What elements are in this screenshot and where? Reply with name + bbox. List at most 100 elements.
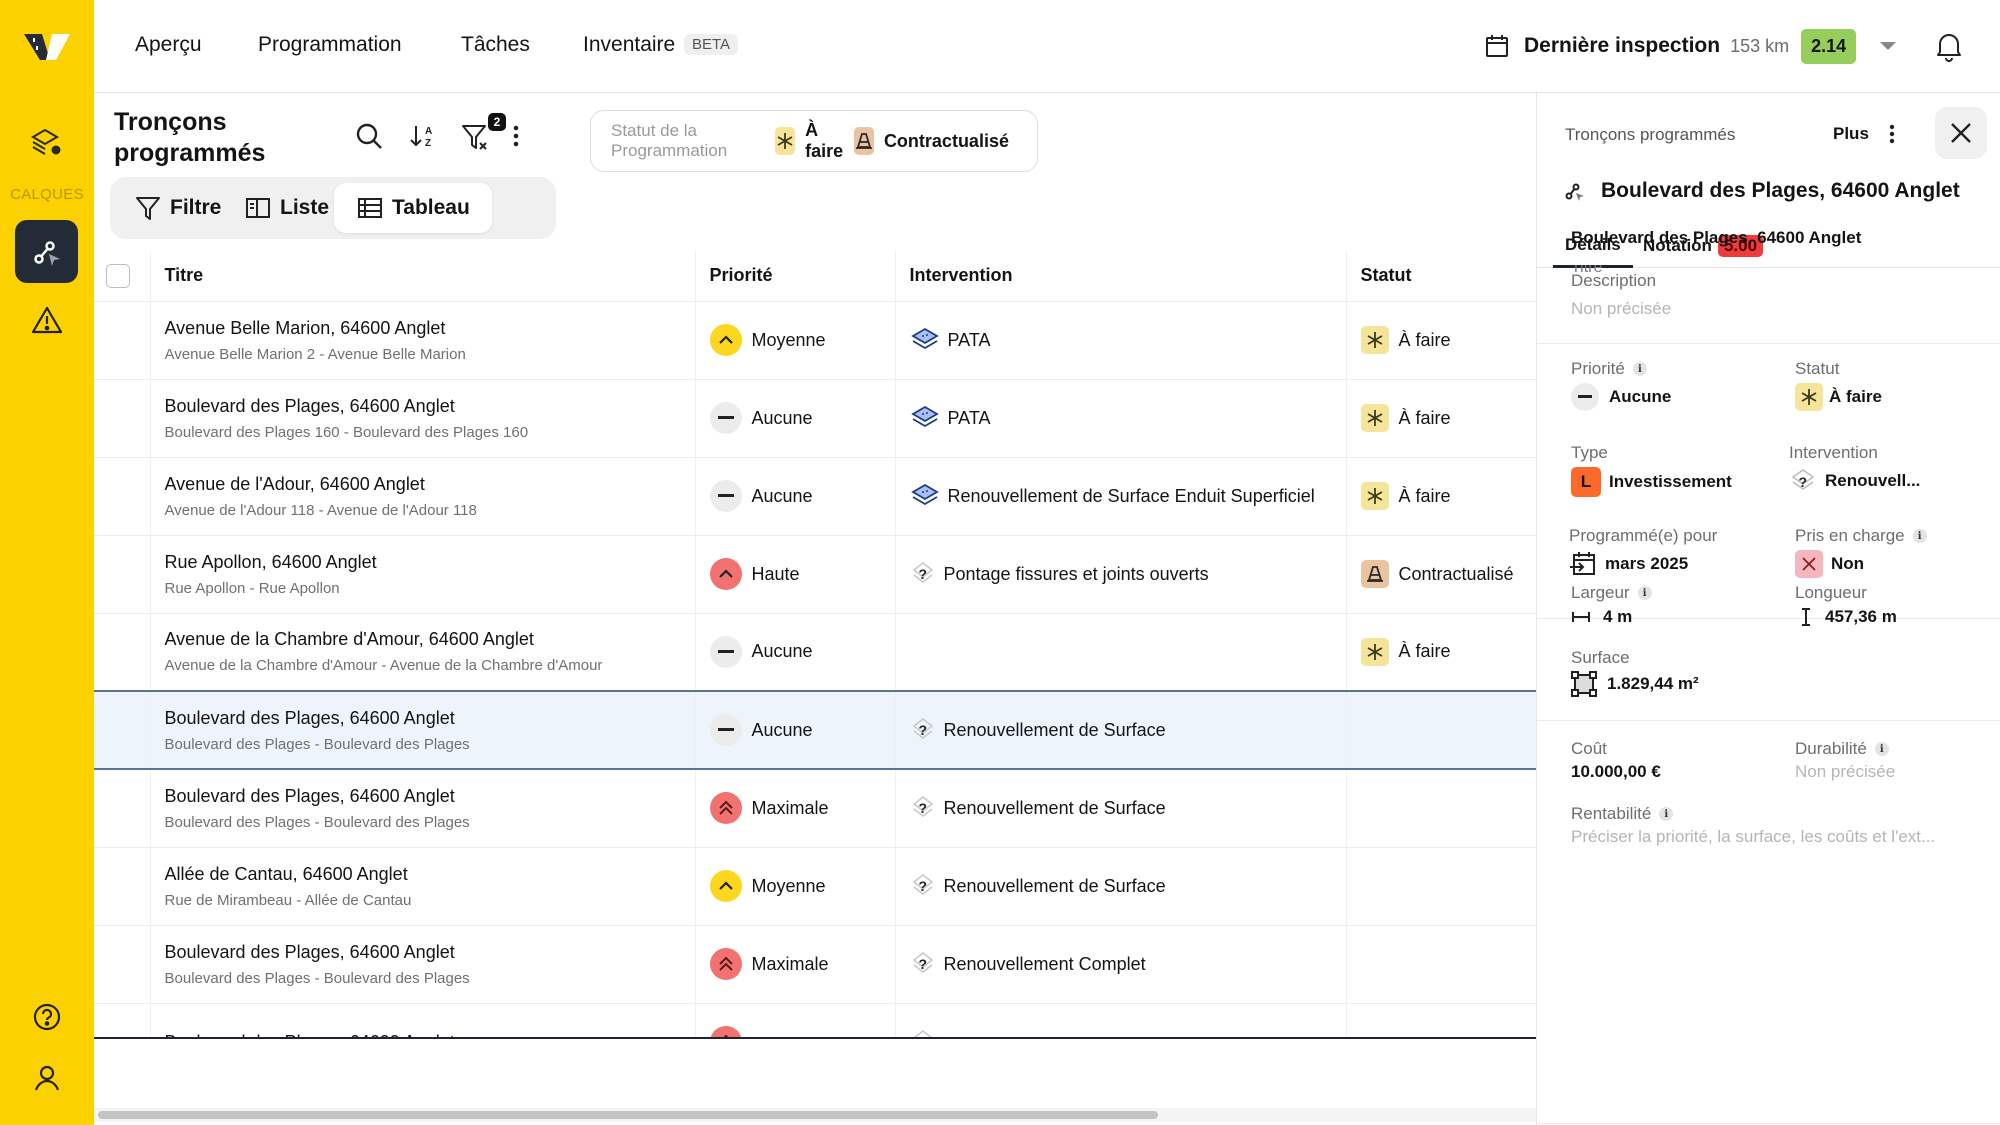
row-title: Boulevard des Plages, 64600 Anglet <box>164 395 455 416</box>
sort-button[interactable]: A Z <box>408 121 438 156</box>
programme-value[interactable]: mars 2025 <box>1569 550 1688 578</box>
priority-haute-icon <box>709 558 742 590</box>
row-title: Boulevard des Plages, 64600 Anglet <box>164 707 455 728</box>
help-button[interactable] <box>15 985 78 1048</box>
cell-statut: Contractualisé <box>1346 535 1536 614</box>
type-label: Type <box>1571 443 1608 462</box>
cell-intervention: ? Renouvellement de Surface <box>895 769 1347 848</box>
view-mode-list[interactable]: Liste <box>244 183 329 233</box>
search-icon <box>356 123 382 149</box>
cell-titre: Boulevard des Plages, 64600 Anglet Boulev… <box>150 769 696 848</box>
layers-settings-button[interactable] <box>15 110 78 173</box>
row-checkbox-cell[interactable] <box>94 847 151 926</box>
detail-more-button[interactable]: Plus <box>1833 124 1869 144</box>
cell-statut: À faire <box>1346 613 1536 692</box>
view-mode-table[interactable]: Tableau <box>334 183 492 233</box>
table-row[interactable]: Boulevard des Plages, 64600 Anglet Boulev… <box>94 690 1536 770</box>
info-icon[interactable]: i <box>1637 586 1652 600</box>
cone-status-icon <box>1360 560 1389 588</box>
last-inspection-selector[interactable]: Dernière inspection 153 km 2.14 <box>1484 22 1897 70</box>
nav-taches[interactable]: Tâches <box>461 33 530 57</box>
table-row[interactable]: Boulevard des Plages, 64600 Anglet? <box>94 1003 1536 1038</box>
status-filter-todo[interactable]: À faire <box>805 120 846 162</box>
svg-text:?: ? <box>918 566 927 582</box>
row-checkbox-cell[interactable] <box>94 301 151 380</box>
segment-select-button[interactable] <box>15 220 78 283</box>
select-all-checkbox[interactable] <box>106 263 130 288</box>
column-header-titre[interactable]: Titre <box>150 251 696 302</box>
app-logo[interactable] <box>22 28 72 68</box>
unknown-intervention-icon: ? <box>910 716 936 744</box>
row-checkbox-cell[interactable] <box>94 457 151 536</box>
scrollbar-thumb[interactable] <box>98 1111 1158 1119</box>
horizontal-scrollbar[interactable] <box>94 1108 1536 1122</box>
durabilite-value[interactable]: Non précisée <box>1795 762 1895 782</box>
cell-statut <box>1346 847 1536 926</box>
row-checkbox-cell[interactable] <box>94 379 151 458</box>
table-row[interactable]: Avenue de l'Adour, 64600 Anglet Avenue de… <box>94 457 1536 536</box>
table-row[interactable]: Avenue de la Chambre d'Amour, 64600 Angl… <box>94 613 1536 692</box>
row-subtitle: Avenue Belle Marion 2 - Avenue Belle Mar… <box>164 345 466 363</box>
row-checkbox-cell[interactable] <box>94 535 151 614</box>
cell-statut <box>1346 769 1536 848</box>
nav-apercu[interactable]: Aperçu <box>135 33 202 57</box>
row-checkbox-cell[interactable] <box>94 613 151 692</box>
intervention-value[interactable]: ? Renouvell... <box>1789 467 1920 495</box>
info-icon[interactable]: i <box>1912 529 1927 543</box>
row-subtitle: Avenue de l'Adour 118 - Avenue de l'Adou… <box>164 501 477 519</box>
column-header-priorite[interactable]: Priorité <box>695 251 896 302</box>
table-row[interactable]: Boulevard des Plages, 64600 Anglet Boulev… <box>94 379 1536 458</box>
chevron-down-icon[interactable] <box>1880 42 1897 50</box>
detail-kebab-button[interactable] <box>1887 121 1897 152</box>
width-icon <box>1571 611 1591 623</box>
statut-value[interactable]: À faire <box>1795 383 1882 411</box>
priorite-value[interactable]: Aucune <box>1571 383 1671 411</box>
todo-status-icon <box>1360 326 1389 354</box>
row-checkbox-cell[interactable] <box>94 1003 151 1038</box>
bell-icon <box>1937 34 1961 62</box>
row-checkbox-cell[interactable] <box>94 690 151 770</box>
page-title: Tronçons programmés <box>114 107 265 169</box>
table-row[interactable]: Allée de Cantau, 64600 Anglet Rue de Mira… <box>94 847 1536 926</box>
status-filter-contract[interactable]: Contractualisé <box>884 131 1009 152</box>
search-button[interactable] <box>354 121 384 156</box>
info-icon[interactable]: i <box>1659 807 1674 821</box>
priority-label: Maximale <box>751 797 829 818</box>
warning-button[interactable] <box>15 288 78 351</box>
column-header-intervention[interactable]: Intervention <box>895 251 1347 302</box>
notifications-button[interactable] <box>1934 30 1964 67</box>
row-title: Avenue de la Chambre d'Amour, 64600 Angl… <box>164 629 534 650</box>
view-mode-filter[interactable]: Filtre <box>134 183 221 233</box>
info-icon[interactable]: i <box>1874 742 1889 756</box>
table-row[interactable]: Avenue Belle Marion, 64600 Anglet Avenue … <box>94 301 1536 380</box>
detail-breadcrumb[interactable]: Tronçons programmés <box>1565 125 1735 145</box>
nav-inventaire[interactable]: Inventaire <box>583 33 675 57</box>
description-value[interactable]: Non précisée <box>1571 299 1671 319</box>
priority-label: Maximale <box>751 953 829 974</box>
nav-programmation[interactable]: Programmation <box>258 33 402 57</box>
intervention-label: Renouvellement de Surface <box>943 797 1166 818</box>
table-row[interactable]: Rue Apollon, 64600 Anglet Rue Apollon - R… <box>94 535 1536 614</box>
detail-titre-value: Boulevard des Plages, 64600 Anglet <box>1571 228 1862 247</box>
largeur-value[interactable]: 4 m <box>1571 607 1632 627</box>
cell-titre: Avenue Belle Marion, 64600 Anglet Avenue … <box>150 301 696 380</box>
surface-icon <box>1571 671 1597 697</box>
row-title: Boulevard des Plages, 64600 Anglet <box>164 941 455 962</box>
type-value[interactable]: L Investissement <box>1571 467 1732 497</box>
detail-title-text: Boulevard des Plages, 64600 Anglet <box>1601 179 1960 202</box>
row-subtitle: Boulevard des Plages - Boulevard des Pla… <box>164 813 470 831</box>
row-checkbox-cell[interactable] <box>94 769 151 848</box>
user-button[interactable] <box>15 1046 78 1109</box>
cout-value[interactable]: 10.000,00 € <box>1571 762 1661 782</box>
close-detail-button[interactable] <box>1935 107 1987 159</box>
layers-intervention-icon <box>910 405 940 431</box>
table-row[interactable]: Boulevard des Plages, 64600 Anglet Boulev… <box>94 925 1536 1004</box>
info-icon[interactable]: i <box>1632 362 1647 376</box>
table-row[interactable]: Boulevard des Plages, 64600 Anglet Boulev… <box>94 769 1536 848</box>
more-options-button[interactable] <box>510 121 522 156</box>
pris-value[interactable]: Non <box>1795 550 1864 578</box>
status-filter[interactable]: Statut de la Programmation À faire Contr… <box>590 110 1038 172</box>
column-header-statut[interactable]: Statut <box>1346 251 1536 302</box>
row-checkbox-cell[interactable] <box>94 925 151 1004</box>
intervention-label: PATA <box>947 407 991 428</box>
